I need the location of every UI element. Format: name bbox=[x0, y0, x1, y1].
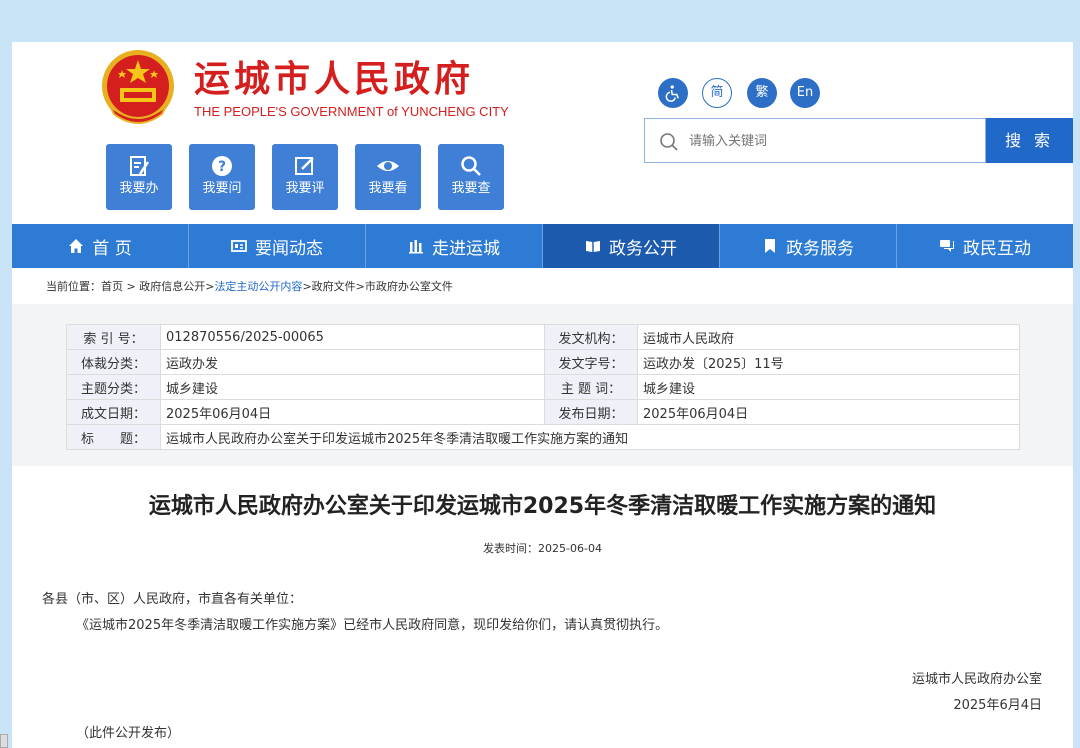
publish-note: （此件公开发布） bbox=[76, 726, 181, 741]
meta-value: 2025年06月04日 bbox=[160, 399, 545, 425]
meta-value: 2025年06月04日 bbox=[637, 399, 1020, 425]
quick-link-label: 我要看 bbox=[368, 181, 408, 196]
lang-traditional-button[interactable]: 繁 bbox=[747, 78, 777, 108]
search-icon bbox=[461, 156, 481, 176]
quick-link-label: 我要评 bbox=[285, 181, 325, 196]
quick-link-wen[interactable]: ? 我要问 bbox=[189, 144, 255, 210]
lang-english-button[interactable]: En bbox=[790, 78, 820, 108]
table-row: 成文日期： 2025年06月04日 发布日期： 2025年06月04日 bbox=[66, 399, 1020, 425]
scrollbar-handle[interactable] bbox=[0, 734, 8, 748]
search-input[interactable] bbox=[689, 129, 979, 153]
pencil-icon bbox=[295, 157, 314, 175]
quick-link-ban[interactable]: 我要办 bbox=[106, 144, 172, 210]
signer: 运城市人民政府办公室 bbox=[911, 672, 1042, 687]
meta-value: 城乡建设 bbox=[637, 374, 1020, 400]
document-meta-table: 索 引 号： 012870556/2025-00065 发文机构： 运城市人民政… bbox=[66, 324, 1020, 450]
meta-value: 运城市人民政府办公室关于印发运城市2025年冬季清洁取暖工作实施方案的通知 bbox=[160, 424, 1020, 450]
body-paragraph: 《运城市2025年冬季清洁取暖工作实施方案》已经市人民政府同意，现印发给你们，请… bbox=[76, 618, 669, 633]
lang-simplified-button[interactable]: 简 bbox=[702, 78, 732, 108]
meta-label: 主 题 词： bbox=[544, 374, 638, 400]
svg-text:?: ? bbox=[218, 159, 226, 175]
sign-date: 2025年6月4日 bbox=[953, 698, 1042, 713]
meta-label: 发布日期： bbox=[544, 399, 638, 425]
search-box bbox=[644, 118, 986, 163]
news-icon bbox=[231, 240, 247, 252]
site-subtitle: THE PEOPLE'S GOVERNMENT of YUNCHENG CITY bbox=[194, 104, 509, 119]
meta-label: 标 题： bbox=[66, 424, 161, 450]
meta-value: 运城市人民政府 bbox=[637, 324, 1020, 350]
nav-gov-service[interactable]: 政务服务 bbox=[720, 224, 897, 268]
meta-value: 城乡建设 bbox=[160, 374, 545, 400]
meta-value: 012870556/2025-00065 bbox=[160, 324, 545, 350]
main-nav: 首 页 要闻动态 走进运城 政务公开 政务服务 政民互动 bbox=[12, 224, 1073, 268]
search-icon bbox=[660, 133, 678, 151]
meta-label: 索 引 号： bbox=[66, 324, 161, 350]
national-emblem-icon bbox=[102, 50, 174, 124]
nav-label: 政务服务 bbox=[786, 238, 854, 259]
edit-doc-icon bbox=[130, 156, 150, 176]
quick-link-label: 我要问 bbox=[202, 181, 242, 196]
breadcrumb: 当前位置：首页 > 政府信息公开>法定主动公开内容>政府文件>市政府办公室文件 bbox=[46, 278, 453, 294]
meta-label: 发文字号： bbox=[544, 349, 638, 375]
meta-value: 运政办发〔2025〕11号 bbox=[637, 349, 1020, 375]
book-icon bbox=[586, 241, 600, 252]
nav-label: 要闻动态 bbox=[255, 238, 323, 259]
nav-gov-affairs[interactable]: 政务公开 bbox=[543, 224, 720, 268]
nav-label: 走进运城 bbox=[432, 238, 500, 259]
question-icon: ? bbox=[212, 156, 232, 176]
breadcrumb-suffix[interactable]: >政府文件>市政府办公室文件 bbox=[302, 280, 452, 293]
nav-about-city[interactable]: 走进运城 bbox=[366, 224, 543, 268]
building-icon bbox=[409, 240, 423, 254]
nav-label: 政务公开 bbox=[609, 238, 677, 259]
document-title: 运城市人民政府办公室关于印发运城市2025年冬季清洁取暖工作实施方案的通知 bbox=[148, 494, 937, 519]
table-row: 索 引 号： 012870556/2025-00065 发文机构： 运城市人民政… bbox=[66, 324, 1020, 350]
site-title: 运城市人民政府 bbox=[194, 59, 475, 100]
quick-link-ping[interactable]: 我要评 bbox=[272, 144, 338, 210]
chat-icon bbox=[940, 240, 954, 252]
meta-label: 成文日期： bbox=[66, 399, 161, 425]
publish-time: 发表时间：2025-06-04 bbox=[483, 542, 602, 555]
nav-home[interactable]: 首 页 bbox=[12, 224, 189, 268]
home-icon bbox=[69, 239, 84, 253]
nav-label: 首 页 bbox=[92, 238, 132, 259]
nav-news[interactable]: 要闻动态 bbox=[189, 224, 366, 268]
bookmark-icon bbox=[765, 239, 775, 253]
meta-label: 发文机构： bbox=[544, 324, 638, 350]
quick-link-kan[interactable]: 我要看 bbox=[355, 144, 421, 210]
quick-link-label: 我要办 bbox=[119, 181, 159, 196]
meta-value: 运政办发 bbox=[160, 349, 545, 375]
quick-link-cha[interactable]: 我要查 bbox=[438, 144, 504, 210]
breadcrumb-prefix[interactable]: 当前位置：首页 > 政府信息公开> bbox=[46, 280, 214, 293]
salutation: 各县（市、区）人民政府，市直各有关单位： bbox=[42, 592, 303, 607]
meta-label: 体裁分类： bbox=[66, 349, 161, 375]
breadcrumb-highlight[interactable]: 法定主动公开内容 bbox=[214, 280, 302, 293]
table-row: 主题分类： 城乡建设 主 题 词： 城乡建设 bbox=[66, 374, 1020, 400]
meta-label: 主题分类： bbox=[66, 374, 161, 400]
page: 运城市人民政府 THE PEOPLE'S GOVERNMENT of YUNCH… bbox=[12, 42, 1073, 748]
nav-interaction[interactable]: 政民互动 bbox=[897, 224, 1073, 268]
table-row: 体裁分类： 运政办发 发文字号： 运政办发〔2025〕11号 bbox=[66, 349, 1020, 375]
wheelchair-icon bbox=[665, 85, 679, 102]
quick-link-label: 我要查 bbox=[451, 181, 491, 196]
search-button[interactable]: 搜 索 bbox=[986, 118, 1073, 163]
eye-icon bbox=[377, 161, 399, 171]
accessibility-button[interactable] bbox=[658, 78, 688, 108]
table-row: 标 题： 运城市人民政府办公室关于印发运城市2025年冬季清洁取暖工作实施方案的… bbox=[66, 424, 1020, 450]
nav-label: 政民互动 bbox=[963, 238, 1031, 259]
